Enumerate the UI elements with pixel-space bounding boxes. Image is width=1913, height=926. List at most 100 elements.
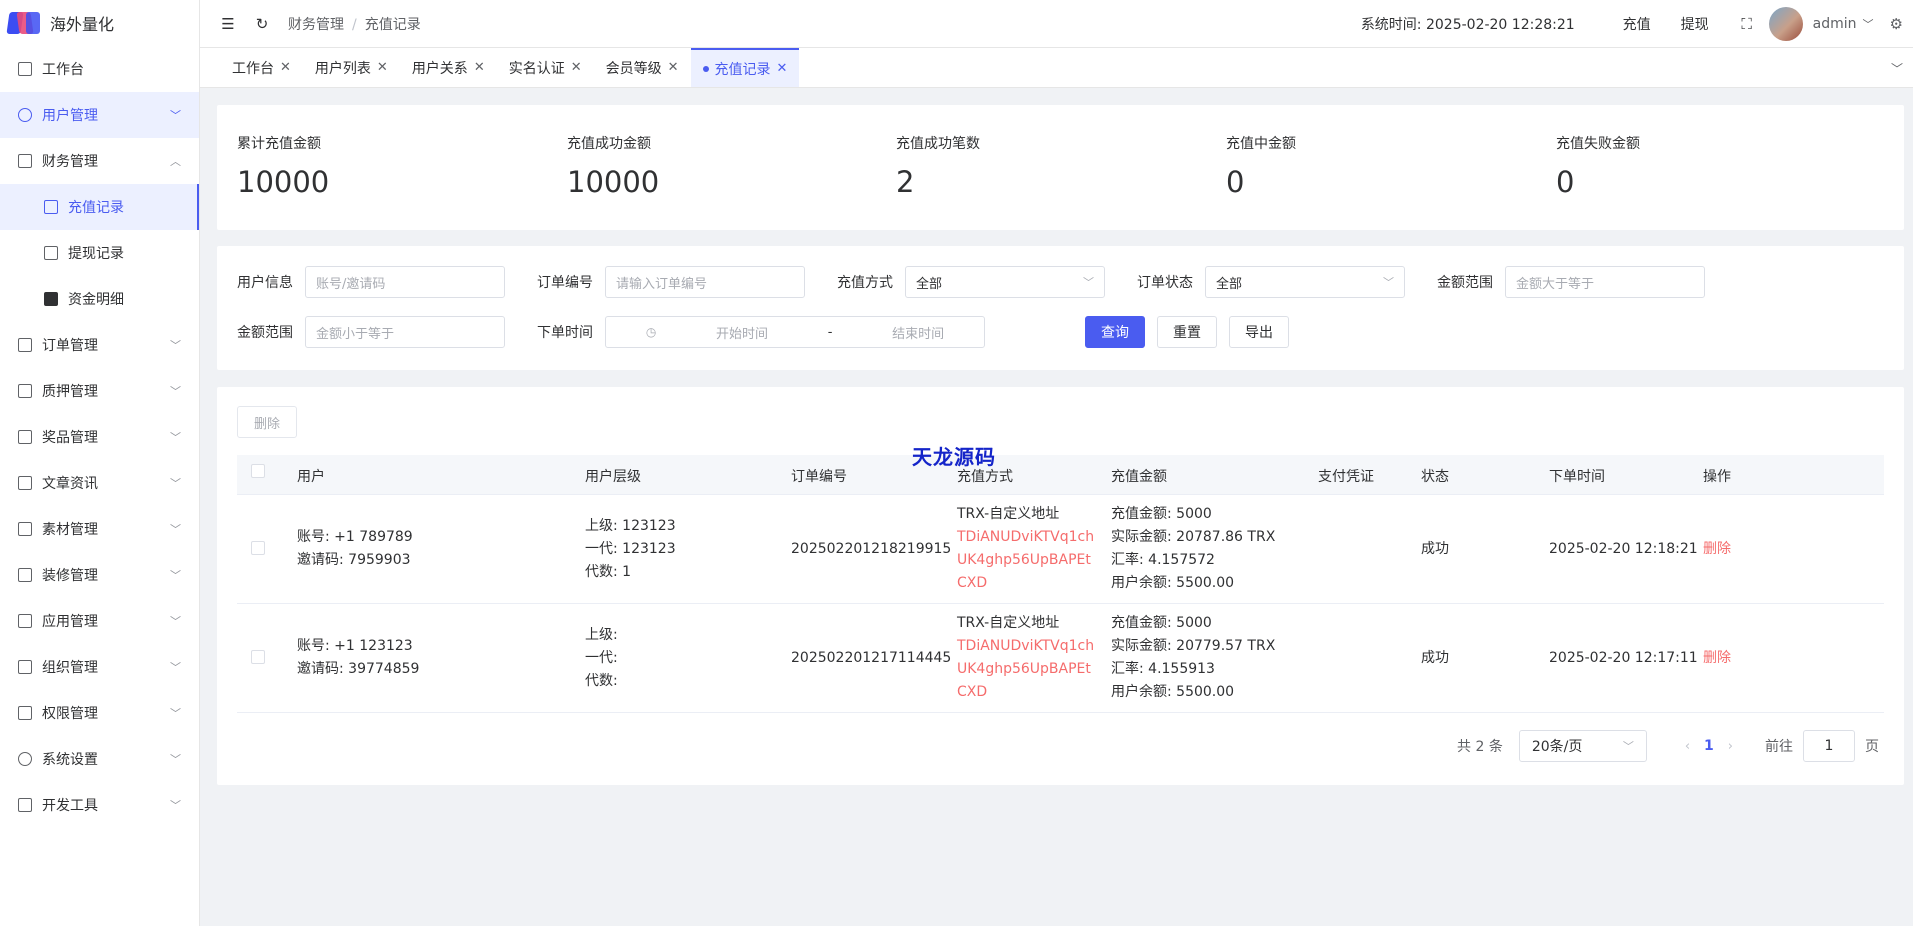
date-range-separator: - xyxy=(827,324,833,340)
sidebar-item-finance[interactable]: 财务管理 ︿ xyxy=(0,138,199,184)
user-cell: 账号: +1 123123 邀请码: 39774859 xyxy=(297,635,419,681)
sidebar-item-label: 充值记录 xyxy=(68,200,124,216)
recharge-amount: 充值金额: 5000 xyxy=(1111,506,1212,522)
app-icon xyxy=(18,614,32,628)
user-info-input[interactable]: 账号/邀请码 xyxy=(305,266,505,298)
close-icon[interactable]: ✕ xyxy=(474,60,485,75)
user-name[interactable]: admin xyxy=(1813,16,1857,32)
goto-page-input[interactable]: 1 xyxy=(1803,730,1855,762)
avatar[interactable] xyxy=(1768,7,1803,41)
table-header: 用户 用户层级 订单编号 充值方式 充值金额 支付凭证 状态 下单时间 操作 xyxy=(237,455,1884,495)
sidebar-item-apps[interactable]: 应用管理 ﹀ xyxy=(0,598,199,644)
batch-delete-button[interactable]: 删除 xyxy=(237,406,297,438)
lock-icon xyxy=(18,706,32,720)
export-button[interactable]: 导出 xyxy=(1229,316,1289,348)
close-icon[interactable]: ✕ xyxy=(668,60,679,75)
sidebar-item-materials[interactable]: 素材管理 ﹀ xyxy=(0,506,199,552)
reset-button[interactable]: 重置 xyxy=(1157,316,1217,348)
table-row: 账号: +1 789789 邀请码: 7959903 上级: 123123 一代: … xyxy=(237,495,1884,604)
sidebar-item-workbench[interactable]: 工作台 xyxy=(0,46,199,92)
chevron-down-icon: ﹀ xyxy=(1083,276,1094,289)
tool-icon xyxy=(18,568,32,582)
filter-row-1: 用户信息 账号/邀请码 订单编号 请输入订单编号 充值方式 全部 ﹀ 订单状态 全… xyxy=(237,266,1705,298)
refresh-icon[interactable]: ↻ xyxy=(254,15,270,33)
close-icon[interactable]: ✕ xyxy=(280,60,291,75)
delete-link[interactable]: 删除 xyxy=(1703,647,1731,670)
sidebar-item-label: 提现记录 xyxy=(68,246,124,262)
order-no-input[interactable]: 请输入订单编号 xyxy=(605,266,805,298)
sidebar-item-articles[interactable]: 文章资讯 ﹀ xyxy=(0,460,199,506)
breadcrumb-item[interactable]: 财务管理 xyxy=(288,17,344,33)
order-no-cell: 202502201218219915 xyxy=(791,541,952,557)
delete-link[interactable]: 删除 xyxy=(1703,538,1731,561)
tab-workbench[interactable]: 工作台 ✕ xyxy=(220,48,303,87)
folder-icon xyxy=(44,246,58,260)
status-select[interactable]: 全部 ﹀ xyxy=(1205,266,1405,298)
close-icon[interactable]: ✕ xyxy=(777,61,788,76)
chevron-down-icon[interactable]: ﹀ xyxy=(1863,16,1874,32)
start-time-input[interactable]: 开始时间 xyxy=(716,323,768,342)
sidebar-item-decoration[interactable]: 装修管理 ﹀ xyxy=(0,552,199,598)
recharge-link[interactable]: 充值 xyxy=(1623,14,1651,34)
sidebar-item-label: 资金明细 xyxy=(68,292,124,308)
sidebar-item-label: 用户管理 xyxy=(42,108,98,124)
menu-collapse-icon[interactable]: ☰ xyxy=(220,15,236,33)
prev-page-icon[interactable]: ‹ xyxy=(1685,739,1690,754)
sidebar-item-fund-details[interactable]: 资金明细 xyxy=(0,276,199,322)
date-range-picker[interactable]: ◷ 开始时间 - 结束时间 xyxy=(605,316,985,348)
user-icon xyxy=(18,108,32,122)
end-time-input[interactable]: 结束时间 xyxy=(892,323,944,342)
stat-value: 0 xyxy=(1226,165,1245,199)
query-button[interactable]: 查询 xyxy=(1085,316,1145,348)
chevron-down-icon[interactable]: ﹀ xyxy=(1891,60,1903,77)
first-gen-text: 一代: xyxy=(585,650,618,666)
sidebar-item-label: 订单管理 xyxy=(42,338,98,354)
settings-icon[interactable]: ⚙ xyxy=(1890,15,1903,33)
sidebar-item-recharge-records[interactable]: 充值记录 xyxy=(0,184,199,230)
sidebar-item-organization[interactable]: 组织管理 ﹀ xyxy=(0,644,199,690)
sidebar-item-user-management[interactable]: 用户管理 ﹀ xyxy=(0,92,199,138)
row-checkbox[interactable] xyxy=(251,650,265,664)
select-value: 全部 xyxy=(916,276,943,292)
row-checkbox[interactable] xyxy=(251,541,265,555)
tab-recharge-records[interactable]: 充值记录 ✕ xyxy=(690,48,800,87)
amount-min-input[interactable]: 金额大于等于 xyxy=(1505,266,1705,298)
sidebar-item-orders[interactable]: 订单管理 ﹀ xyxy=(0,322,199,368)
column-header-time: 下单时间 xyxy=(1549,469,1605,485)
next-page-icon[interactable]: › xyxy=(1728,739,1733,754)
tab-user-list[interactable]: 用户列表 ✕ xyxy=(303,48,400,87)
app-title: 海外量化 xyxy=(50,15,115,34)
time-cell: 2025-02-20 12:18:21 xyxy=(1549,541,1698,557)
sidebar-item-withdraw-records[interactable]: 提现记录 xyxy=(0,230,199,276)
chevron-down-icon: ﹀ xyxy=(170,753,181,766)
method-select[interactable]: 全部 ﹀ xyxy=(905,266,1105,298)
exchange-rate: 汇率: 4.155913 xyxy=(1111,661,1215,677)
stat-value: 0 xyxy=(1556,165,1575,199)
sidebar-item-dev-tools[interactable]: 开发工具 ﹀ xyxy=(0,782,199,828)
level-cell: 上级: 一代: 代数: xyxy=(585,624,618,693)
tab-label: 用户关系 xyxy=(411,60,468,77)
breadcrumb: 财务管理 / 充值记录 xyxy=(288,14,421,34)
tab-user-relations[interactable]: 用户关系 ✕ xyxy=(400,48,497,87)
withdraw-link[interactable]: 提现 xyxy=(1681,14,1709,34)
close-icon[interactable]: ✕ xyxy=(377,60,388,75)
recharge-amount: 充值金额: 5000 xyxy=(1111,615,1212,631)
sidebar-item-staking[interactable]: 质押管理 ﹀ xyxy=(0,368,199,414)
sidebar-item-prizes[interactable]: 奖品管理 ﹀ xyxy=(0,414,199,460)
stat-label: 充值成功金额 xyxy=(567,136,651,152)
amount-max-input[interactable]: 金额小于等于 xyxy=(305,316,505,348)
tab-member-level[interactable]: 会员等级 ✕ xyxy=(594,48,691,87)
actual-amount: 实际金额: 20787.86 TRX xyxy=(1111,529,1276,545)
select-all-checkbox[interactable] xyxy=(251,464,265,478)
page-size-select[interactable]: 20条/页 ﹀ xyxy=(1518,730,1647,762)
address-text: CXD xyxy=(957,575,988,591)
method-text: TRX-自定义地址 xyxy=(957,506,1060,522)
sidebar-item-settings[interactable]: 系统设置 ﹀ xyxy=(0,736,199,782)
page-number[interactable]: 1 xyxy=(1704,738,1714,754)
fullscreen-icon[interactable]: ⛶ xyxy=(1739,15,1755,33)
close-icon[interactable]: ✕ xyxy=(571,60,582,75)
sidebar-item-permissions[interactable]: 权限管理 ﹀ xyxy=(0,690,199,736)
stat-total-recharge: 累计充值金额 10000 xyxy=(237,133,329,199)
tab-real-name[interactable]: 实名认证 ✕ xyxy=(497,48,594,87)
app-logo[interactable]: 海外量化 xyxy=(0,0,199,46)
